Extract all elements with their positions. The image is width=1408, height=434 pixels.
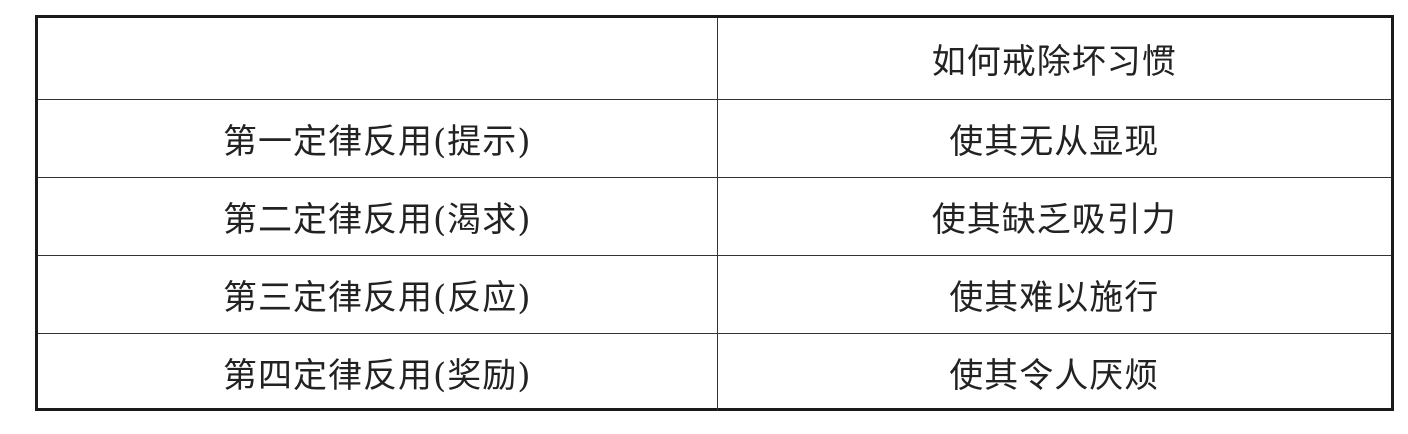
law-cell: 第一定律反用(提示) <box>38 98 718 178</box>
table-row: 第四定律反用(奖励) 使其令人厌烦 <box>38 332 1391 411</box>
table-row: 第二定律反用(渴求) 使其缺乏吸引力 <box>38 176 1391 256</box>
law-cell: 第二定律反用(渴求) <box>38 176 718 256</box>
header-cell-how-to-break: 如何戒除坏习惯 <box>716 18 1391 100</box>
habit-table-container: 如何戒除坏习惯 第一定律反用(提示) 使其无从显现 第二定律反用(渴求) 使其缺… <box>35 15 1394 411</box>
method-cell: 使其无从显现 <box>716 98 1391 178</box>
table-header-row: 如何戒除坏习惯 <box>38 18 1391 100</box>
law-cell: 第三定律反用(反应) <box>38 254 718 334</box>
habit-table: 如何戒除坏习惯 第一定律反用(提示) 使其无从显现 第二定律反用(渴求) 使其缺… <box>38 18 1391 411</box>
method-cell: 使其令人厌烦 <box>716 332 1391 411</box>
method-cell: 使其难以施行 <box>716 254 1391 334</box>
header-cell-empty <box>38 18 718 100</box>
law-cell: 第四定律反用(奖励) <box>38 332 718 411</box>
method-cell: 使其缺乏吸引力 <box>716 176 1391 256</box>
table-row: 第三定律反用(反应) 使其难以施行 <box>38 254 1391 334</box>
table-row: 第一定律反用(提示) 使其无从显现 <box>38 98 1391 178</box>
